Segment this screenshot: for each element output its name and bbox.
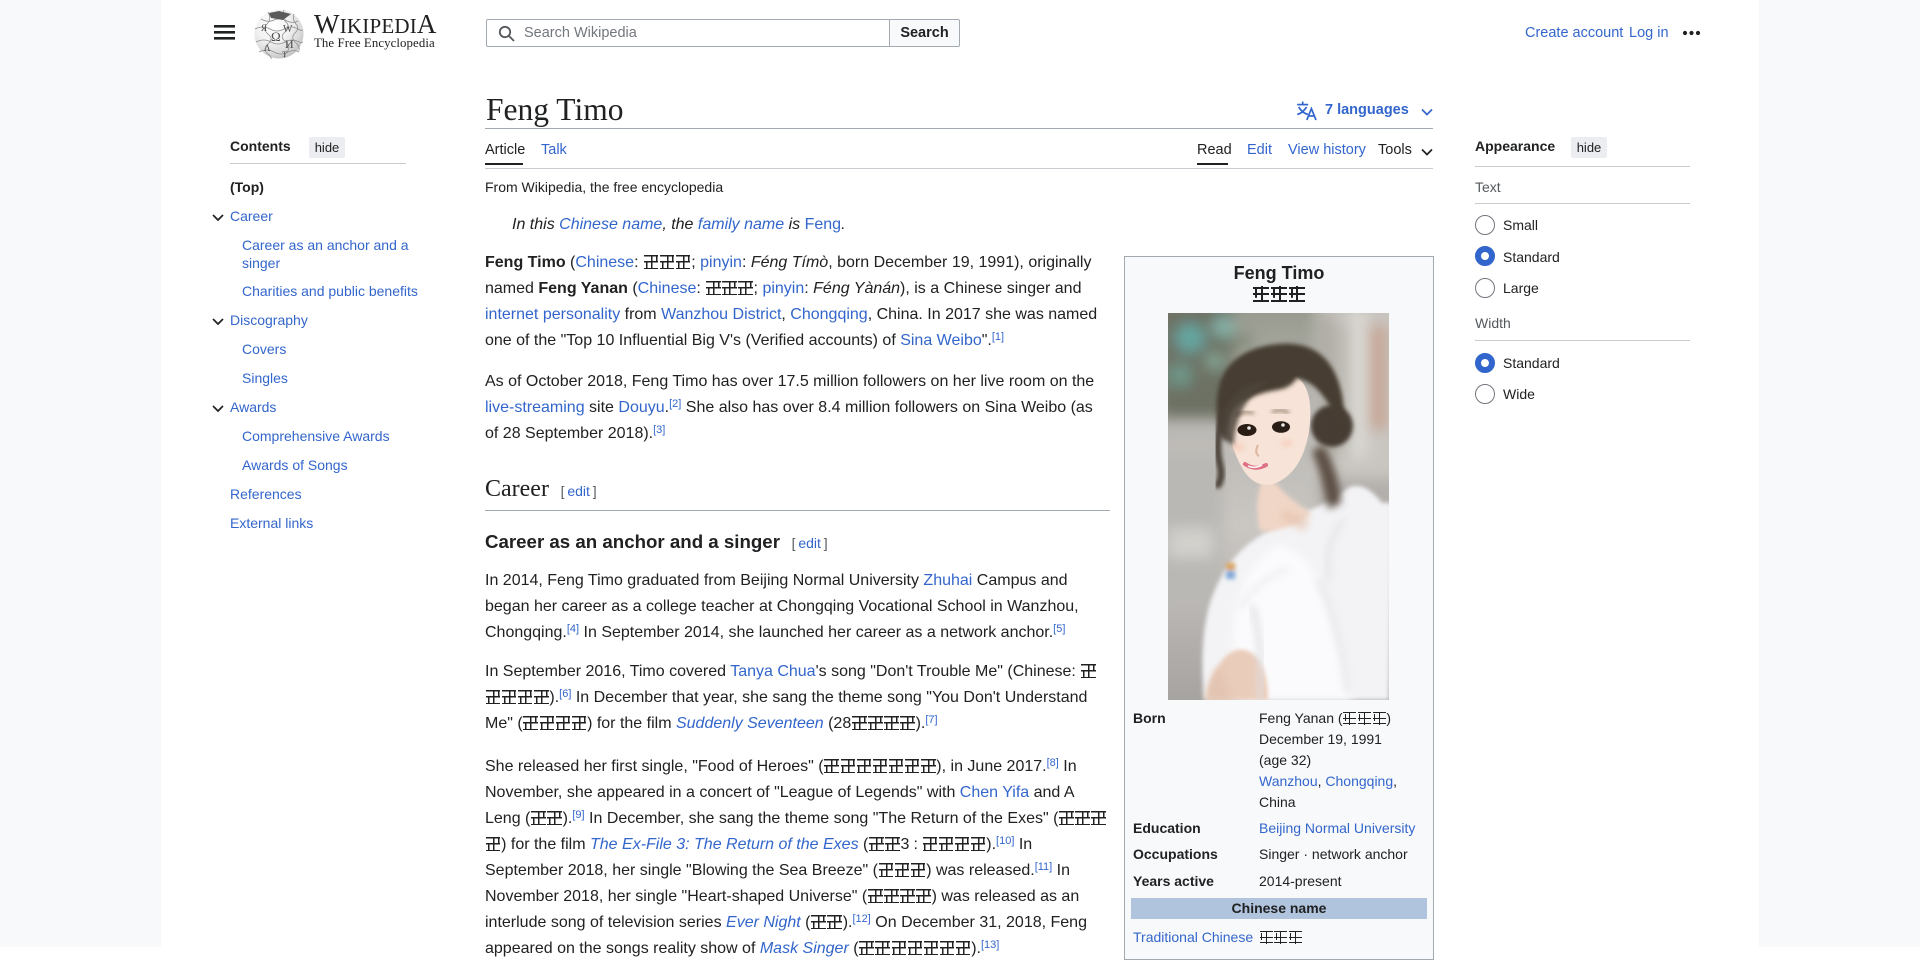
svg-text:W: W — [283, 24, 293, 35]
svg-text:Я: Я — [261, 23, 267, 33]
svg-text:Ω: Ω — [271, 29, 281, 44]
svg-text:Τ: Τ — [282, 50, 287, 59]
svg-text:И: И — [285, 37, 294, 51]
svg-text:Λ: Λ — [264, 43, 271, 53]
